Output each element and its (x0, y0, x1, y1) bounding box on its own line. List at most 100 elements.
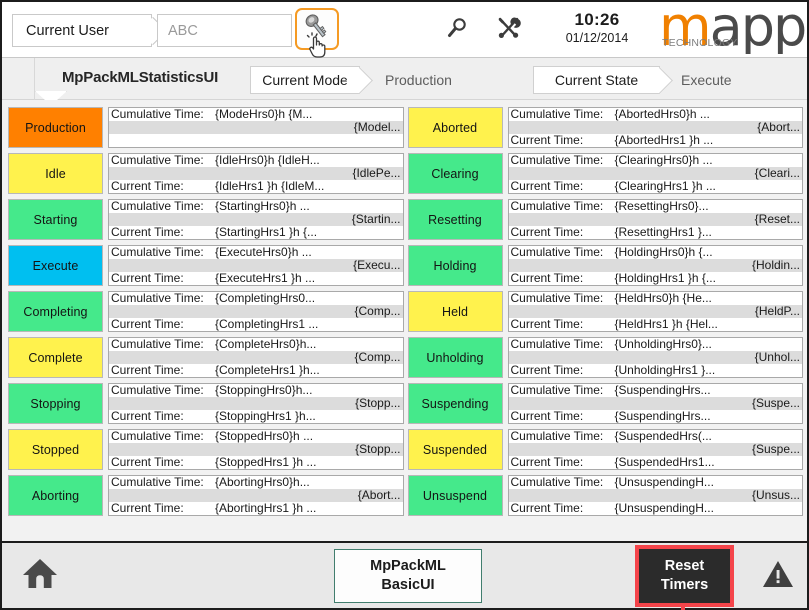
cumulative-time-label: Cumulative Time: (111, 292, 204, 305)
state-timers-panel: Cumulative Time: {ResettingHrs0}... {Reset… (507, 199, 803, 240)
state-row: Complete Cumulative Time: {CompleteHrs0}h.… (8, 337, 404, 378)
state-label-stopped[interactable]: Stopped (8, 429, 103, 470)
cumulative-time-value: {CompletingHrs0... (215, 292, 316, 305)
alarm-button[interactable] (752, 551, 804, 601)
state-label-held[interactable]: Held (407, 291, 503, 332)
state-row: Starting Cumulative Time: {StartingHrs0}h … (8, 199, 404, 240)
cumulative-time-line: Cumulative Time: {HeldHrs0}h {He... (508, 292, 802, 305)
percentage-bar-line: {Model... (109, 121, 403, 134)
state-row: Stopped Cumulative Time: {StoppedHrs0}h ..… (8, 429, 404, 470)
cumulative-time-label: Cumulative Time: (510, 292, 604, 305)
state-timers-panel: Cumulative Time: {ClearingHrs0}h ... {Clea… (507, 153, 803, 194)
percentage-value: {Model... (353, 121, 401, 134)
state-label-aborted[interactable]: Aborted (407, 107, 503, 148)
state-label-suspended[interactable]: Suspended (407, 429, 503, 470)
cumulative-time-value: {UnholdingHrs0}... (614, 338, 712, 351)
current-time-label: Current Time: (510, 410, 584, 423)
state-label-starting[interactable]: Starting (8, 199, 103, 240)
state-label-complete[interactable]: Complete (8, 337, 103, 378)
percentage-value: {Startin... (351, 213, 401, 226)
cumulative-time-line: Cumulative Time: {StoppedHrs0}h ... (109, 430, 403, 443)
page-title: MpPackMLStatisticsUI (62, 69, 219, 86)
current-time-line: Current Time: {CompleteHrs1 }h... (109, 364, 403, 377)
state-label-stopping[interactable]: Stopping (8, 383, 103, 424)
cumulative-time-value: {StoppingHrs0}h... (215, 384, 313, 397)
state-label-unsuspend[interactable]: Unsuspend (407, 475, 503, 516)
home-icon (21, 557, 59, 596)
current-user-input[interactable]: ABC (157, 14, 292, 47)
current-time-line: Current Time: {ClearingHrs1 }h ... (508, 180, 802, 193)
cumulative-time-label: Cumulative Time: (510, 108, 604, 121)
statistics-content: Production Cumulative Time: {ModeHrs0}h {M… (2, 100, 807, 537)
current-time-value: {CompletingHrs1 ... (215, 318, 319, 331)
login-key-button[interactable] (295, 8, 339, 50)
current-time-label: Current Time: (510, 180, 584, 193)
current-time-line: Current Time: {AbortingHrs1 }h ... (109, 502, 403, 515)
current-state-value: Execute (681, 72, 732, 88)
cumulative-time-label: Cumulative Time: (510, 430, 604, 443)
current-time-label: Current Time: (510, 226, 584, 239)
cumulative-time-line: Cumulative Time: {UnsuspendingH... (508, 476, 802, 489)
current-user-label-text: Current User (26, 22, 109, 39)
percentage-bar-line: {Reset... (508, 213, 802, 226)
state-row: Completing Cumulative Time: {CompletingHrs… (8, 291, 404, 332)
cumulative-time-line: Cumulative Time: {ModeHrs0}h {M... (109, 108, 403, 121)
state-label-suspending[interactable]: Suspending (407, 383, 503, 424)
state-label-completing[interactable]: Completing (8, 291, 103, 332)
cumulative-time-value: {AbortingHrs0}h... (215, 476, 310, 489)
percentage-value: {Stopp... (355, 443, 401, 456)
cumulative-time-value: {HeldHrs0}h {He... (614, 292, 712, 305)
cumulative-time-value: {HoldingHrs0}h {... (614, 246, 713, 259)
state-label-holding[interactable]: Holding (407, 245, 503, 286)
percentage-bar-line: {Execu... (109, 259, 403, 272)
cumulative-time-line: Cumulative Time: {IdleHrs0}h {IdleH... (109, 154, 403, 167)
current-time-label: Current Time: (510, 502, 584, 515)
percentage-bar-line: {HeldP... (508, 305, 802, 318)
state-timers-panel: Cumulative Time: {CompleteHrs0}h... {Comp.… (108, 337, 404, 378)
state-timers-panel: Cumulative Time: {AbortedHrs0}h ... {Abort… (507, 107, 803, 148)
percentage-bar-line: {Cleari... (508, 167, 802, 180)
state-timers-panel: Cumulative Time: {ExecuteHrs0}h ... {Execu… (108, 245, 404, 286)
current-time-line: Current Time: {StoppedHrs1 }h ... (109, 456, 403, 469)
current-time-value: {ClearingHrs1 }h ... (614, 180, 716, 193)
percentage-bar-line: {Suspe... (508, 443, 802, 456)
state-label-clearing[interactable]: Clearing (407, 153, 503, 194)
state-label-idle[interactable]: Idle (8, 153, 103, 194)
state-label-production[interactable]: Production (8, 107, 103, 148)
cumulative-time-line: Cumulative Time: {UnholdingHrs0}... (508, 338, 802, 351)
current-time-value: {UnholdingHrs1 }... (614, 364, 716, 377)
current-time-value: {StoppedHrs1 }h ... (215, 456, 317, 469)
nav-mppackml-basicui-button[interactable]: MpPackML BasicUI (334, 549, 482, 603)
current-time-label: Current Time: (111, 226, 184, 239)
cumulative-time-line: Cumulative Time: {CompleteHrs0}h... (109, 338, 403, 351)
state-row: Stopping Cumulative Time: {StoppingHrs0}h.… (8, 383, 404, 424)
cumulative-time-label: Cumulative Time: (510, 384, 604, 397)
current-time-value: {SuspendingHrs... (614, 410, 711, 423)
reset-timers-button[interactable]: Reset Timers (639, 549, 730, 603)
cumulative-time-line: Cumulative Time: {ExecuteHrs0}h ... (109, 246, 403, 259)
current-time-line: Current Time: {StoppingHrs1 }h... (109, 410, 403, 423)
current-time-line: Current Time: {HeldHrs1 }h {Hel... (508, 318, 802, 331)
state-label-aborting[interactable]: Aborting (8, 475, 103, 516)
home-button[interactable] (10, 551, 70, 601)
state-timers-panel: Cumulative Time: {UnsuspendingH... {Unsus.… (507, 475, 803, 516)
cumulative-time-line: Cumulative Time: {ClearingHrs0}h ... (508, 154, 802, 167)
state-label-resetting[interactable]: Resetting (407, 199, 503, 240)
reset-timers-highlight: Reset Timers (635, 545, 734, 607)
cumulative-time-label: Cumulative Time: (510, 200, 604, 213)
state-label-execute[interactable]: Execute (8, 245, 103, 286)
current-time-value: {SuspendedHrs1... (614, 456, 715, 469)
percentage-bar-line: {Comp... (109, 305, 403, 318)
cumulative-time-line: Cumulative Time: {SuspendingHrs... (508, 384, 802, 397)
current-time-value: {CompleteHrs1 }h... (215, 364, 320, 377)
current-user-label: Current User (12, 14, 152, 47)
cumulative-time-label: Cumulative Time: (111, 384, 204, 397)
search-button[interactable] (442, 16, 472, 44)
current-time-value: {UnsuspendingH... (614, 502, 714, 515)
state-row: Aborted Cumulative Time: {AbortedHrs0}h ..… (407, 107, 803, 148)
state-row: Resetting Cumulative Time: {ResettingHrs0}… (407, 199, 803, 240)
state-label-unholding[interactable]: Unholding (407, 337, 503, 378)
settings-tools-button[interactable] (494, 16, 524, 44)
percentage-value: {Comp... (354, 305, 401, 318)
current-time-label: Current Time: (510, 318, 584, 331)
